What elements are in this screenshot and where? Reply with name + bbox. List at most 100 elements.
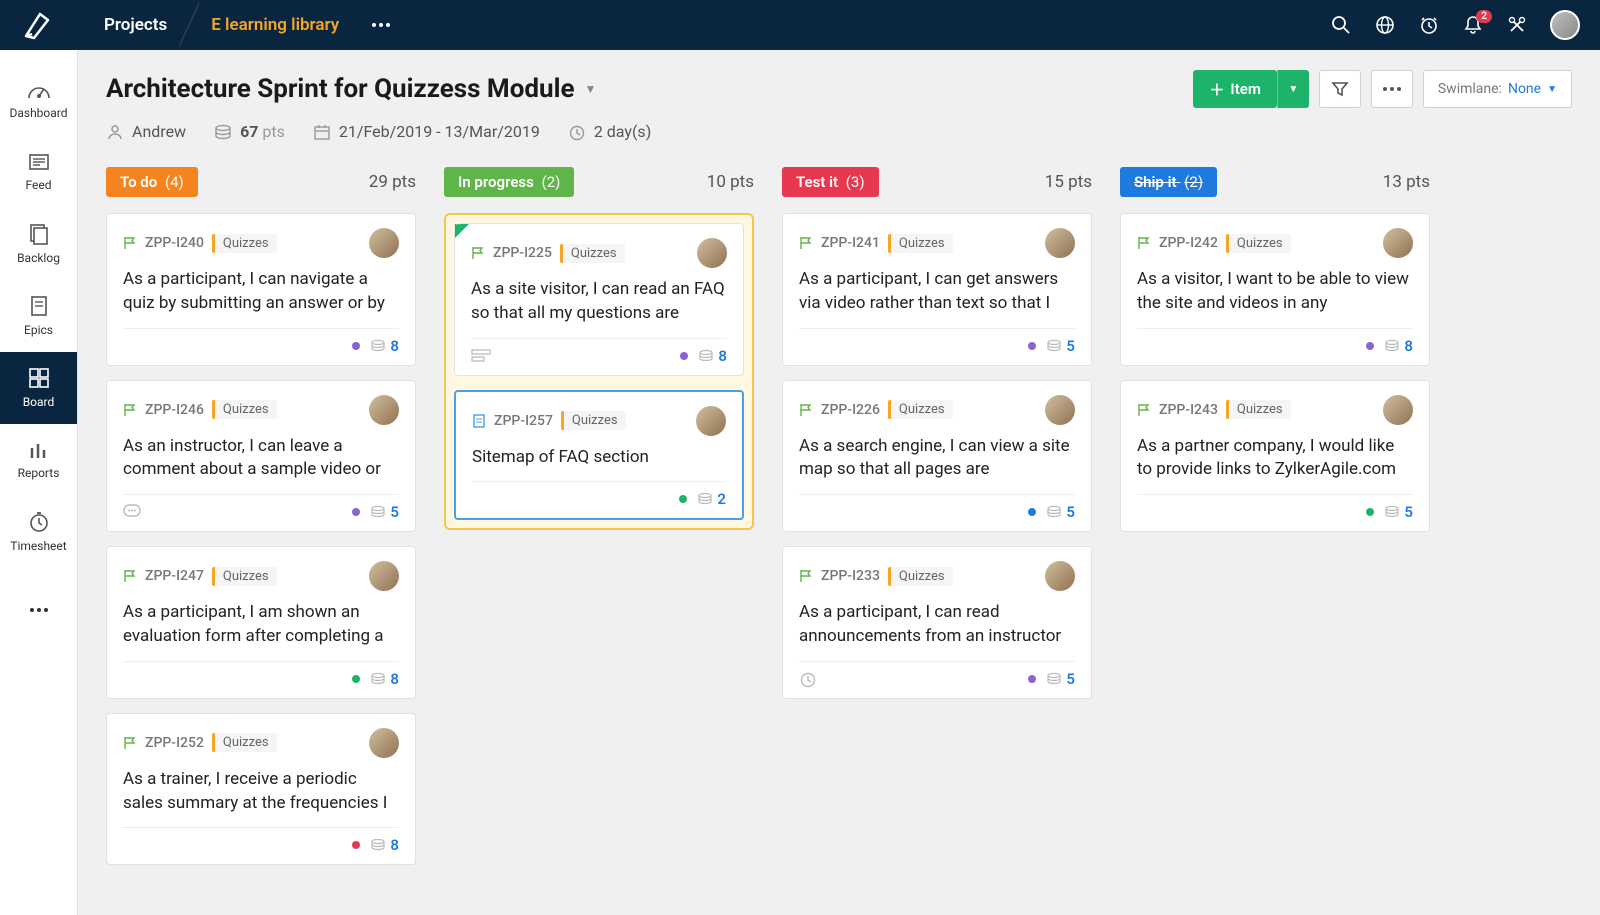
nav-projects[interactable]: Projects: [82, 0, 189, 50]
card[interactable]: ZPP-I241 Quizzes As a participant, I can…: [782, 213, 1092, 366]
swimlane-selector[interactable]: Swimlane: None ▼: [1423, 70, 1572, 108]
card-tag[interactable]: Quizzes: [212, 567, 277, 586]
bell-icon[interactable]: 2: [1462, 14, 1484, 36]
card-footer: 8: [123, 827, 399, 854]
search-icon[interactable]: [1330, 14, 1352, 36]
board: To do (4) 29 pts ZPP-I240 Quizzes As a p…: [106, 167, 1572, 865]
column-count: (4): [165, 173, 184, 191]
assignee-avatar[interactable]: [697, 238, 727, 268]
card-tag[interactable]: Quizzes: [212, 733, 277, 752]
card-tag[interactable]: Quizzes: [1226, 234, 1291, 253]
assignee-avatar[interactable]: [696, 406, 726, 436]
card[interactable]: ZPP-I226 Quizzes As a search engine, I c…: [782, 380, 1092, 533]
cards-container: ZPP-I241 Quizzes As a participant, I can…: [782, 213, 1092, 699]
sidebar-backlog[interactable]: Backlog: [0, 208, 77, 280]
card-tag[interactable]: Quizzes: [888, 400, 953, 419]
board-column: In progress (2) 10 pts ZPP-I225 Quizzes …: [444, 167, 754, 865]
column-count: (2): [542, 173, 561, 191]
card-tag[interactable]: Quizzes: [888, 234, 953, 253]
card-footer-icon[interactable]: [471, 349, 491, 363]
sidebar-dashboard-label: Dashboard: [9, 106, 67, 120]
card-points: 8: [370, 337, 399, 355]
card-footer-icon[interactable]: [123, 504, 141, 520]
sidebar-epics[interactable]: Epics: [0, 280, 77, 352]
sidebar: Dashboard Feed Backlog Epics Board Repor…: [0, 50, 78, 915]
assignee-avatar[interactable]: [1045, 561, 1075, 591]
flag-icon: [123, 403, 137, 417]
card[interactable]: ZPP-I243 Quizzes As a partner company, I…: [1120, 380, 1430, 533]
card-footer: 5: [123, 494, 399, 521]
assignee-avatar[interactable]: [369, 728, 399, 758]
assignee-avatar[interactable]: [369, 561, 399, 591]
sidebar-timesheet[interactable]: Timesheet: [0, 496, 77, 568]
more-icon[interactable]: [1371, 70, 1413, 108]
card-header: ZPP-I242 Quizzes: [1137, 228, 1413, 258]
card-header: ZPP-I247 Quizzes: [123, 561, 399, 591]
filter-icon[interactable]: [1319, 70, 1361, 108]
column-chip[interactable]: Test it (3): [782, 167, 879, 197]
sprint-title-text: Architecture Sprint for Quizzess Module: [106, 74, 575, 104]
card[interactable]: ZPP-I242 Quizzes As a visitor, I want to…: [1120, 213, 1430, 366]
card-footer: 8: [123, 661, 399, 688]
sprint-owner[interactable]: Andrew: [106, 122, 186, 141]
card[interactable]: ZPP-I252 Quizzes As a trainer, I receive…: [106, 713, 416, 866]
swimlane-label: Swimlane:: [1438, 81, 1502, 97]
sidebar-board[interactable]: Board: [0, 352, 77, 424]
assignee-avatar[interactable]: [1383, 228, 1413, 258]
card-tag[interactable]: Quizzes: [1226, 400, 1291, 419]
card[interactable]: ZPP-I257 Quizzes Sitemap of FAQ section …: [454, 390, 744, 521]
add-item-dropdown[interactable]: ▼: [1277, 70, 1309, 108]
nav-library[interactable]: E learning library: [189, 0, 361, 50]
assignee-avatar[interactable]: [369, 395, 399, 425]
stack-icon: [214, 124, 232, 140]
card-footer-icon[interactable]: [799, 670, 817, 688]
column-count: (3): [846, 173, 865, 191]
priority-dot: [352, 508, 360, 516]
assignee-avatar[interactable]: [1045, 228, 1075, 258]
card-title: As a visitor, I want to be able to view …: [1137, 268, 1413, 316]
clock-icon[interactable]: [1418, 14, 1440, 36]
sprint-title[interactable]: Architecture Sprint for Quizzess Module …: [106, 74, 596, 104]
tools-icon[interactable]: [1506, 14, 1528, 36]
card[interactable]: ZPP-I240 Quizzes As a participant, I can…: [106, 213, 416, 366]
assignee-avatar[interactable]: [1383, 395, 1413, 425]
sidebar-more-icon[interactable]: [0, 574, 77, 646]
card-footer: 8: [1137, 328, 1413, 355]
card-tag[interactable]: Quizzes: [212, 234, 277, 253]
card[interactable]: ZPP-I225 Quizzes As a site visitor, I ca…: [454, 223, 744, 376]
card-points: 5: [1384, 503, 1413, 521]
column-chip[interactable]: In progress (2): [444, 167, 574, 197]
assignee-avatar[interactable]: [369, 228, 399, 258]
card-title: As a participant, I can read announcemen…: [799, 601, 1075, 649]
assignee-avatar[interactable]: [1045, 395, 1075, 425]
sidebar-reports[interactable]: Reports: [0, 424, 77, 496]
globe-icon[interactable]: [1374, 14, 1396, 36]
sidebar-dashboard[interactable]: Dashboard: [0, 64, 77, 136]
card-tag[interactable]: Quizzes: [561, 411, 626, 430]
card-tag[interactable]: Quizzes: [212, 400, 277, 419]
card[interactable]: ZPP-I246 Quizzes As an instructor, I can…: [106, 380, 416, 533]
card-points: 8: [1384, 337, 1413, 355]
sprint-dates: 21/Feb/2019 - 13/Mar/2019: [313, 122, 540, 141]
card-id: ZPP-I243: [1159, 402, 1218, 418]
card-points: 5: [1046, 670, 1075, 688]
add-item-button[interactable]: ＋Item: [1193, 70, 1276, 108]
column-chip[interactable]: Ship it (2): [1120, 167, 1217, 197]
caret-down-icon: ▼: [1547, 84, 1557, 95]
column-chip[interactable]: To do (4): [106, 167, 198, 197]
nav-more-icon[interactable]: [361, 0, 401, 50]
priority-dot: [679, 495, 687, 503]
card-footer: 5: [799, 661, 1075, 688]
app-logo-icon[interactable]: [20, 8, 54, 42]
user-avatar[interactable]: [1550, 10, 1580, 40]
flag-icon: [1137, 403, 1151, 417]
card[interactable]: ZPP-I233 Quizzes As a participant, I can…: [782, 546, 1092, 699]
sprint-duration: 2 day(s): [568, 122, 651, 141]
card-tag[interactable]: Quizzes: [560, 244, 625, 263]
card-tag[interactable]: Quizzes: [888, 567, 953, 586]
sidebar-feed[interactable]: Feed: [0, 136, 77, 208]
flag-icon: [799, 236, 813, 250]
column-header: To do (4) 29 pts: [106, 167, 416, 197]
add-item-label: Item: [1230, 80, 1260, 98]
card[interactable]: ZPP-I247 Quizzes As a participant, I am …: [106, 546, 416, 699]
